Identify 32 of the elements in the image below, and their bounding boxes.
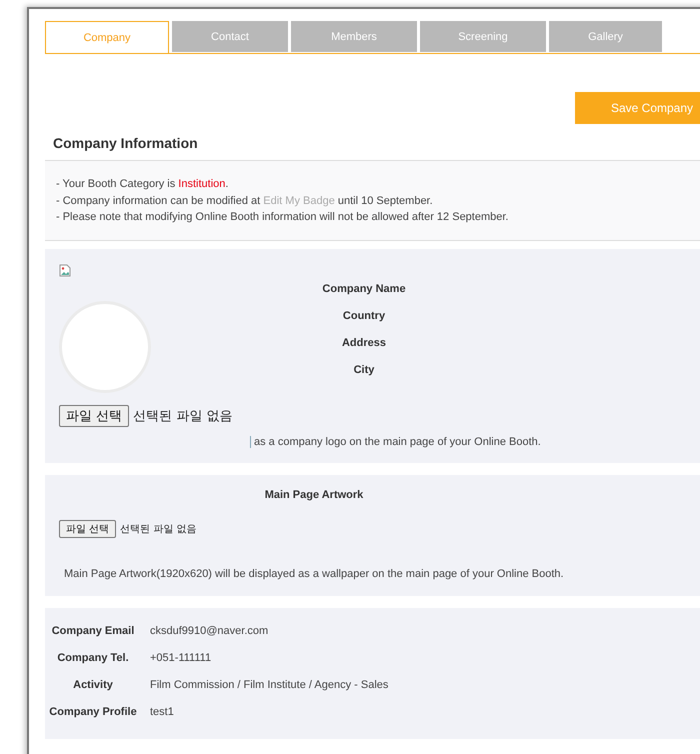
field-label: Company Name (321, 282, 407, 296)
field-value: test1 (150, 704, 175, 720)
notice-text: - Company information can be modified at (56, 194, 262, 206)
artwork-label: Main Page Artwork (264, 488, 364, 500)
save-company-button[interactable]: Save Company (575, 92, 700, 124)
file-status: 선택된 파일 없음 (120, 522, 197, 536)
edit-badge-link[interactable]: Edit My Badge (263, 194, 335, 206)
notice-text: - Please note that modifying Online Booth information will not be allowed after 12 September. (56, 211, 508, 223)
notice-text: until 10 September. (336, 194, 433, 206)
field-label: Company Profile (48, 704, 138, 720)
tab[interactable]: Screening (420, 21, 546, 52)
field-label: Company Tel. (56, 650, 130, 666)
field-value: Film Commission / Film Institute / Agency - Sales (150, 678, 390, 692)
section-title: Company Information (53, 135, 199, 153)
notice-text: - Your Booth Category is Institution. (56, 178, 228, 190)
field-label: Address (340, 336, 388, 350)
field-value: cksduf9910@naver.com (150, 624, 270, 638)
file-choose-button[interactable]: 파일 선택 (59, 520, 116, 538)
tab[interactable]: Company (45, 21, 169, 53)
file-status: 선택된 파일 없음 (133, 408, 232, 424)
broken-image-icon (59, 264, 71, 276)
logo-note: as a company logo on the main page of your Online Booth. (254, 436, 541, 448)
tab[interactable]: Gallery (549, 21, 662, 52)
field-label: Company Email (50, 624, 136, 638)
field-label: Activity (72, 678, 114, 692)
tab[interactable]: Members (291, 21, 417, 52)
artwork-note: Main Page Artwork(1920x620) will be displayed as a wallpaper on the main page of your Online Booth. (64, 568, 565, 580)
field-label: City (352, 362, 376, 378)
field-value: +051-111111 (150, 650, 212, 666)
file-choose-button[interactable]: 파일 선택 (59, 404, 130, 426)
field-label: Country (342, 308, 386, 324)
tab[interactable]: Contact (172, 21, 288, 52)
